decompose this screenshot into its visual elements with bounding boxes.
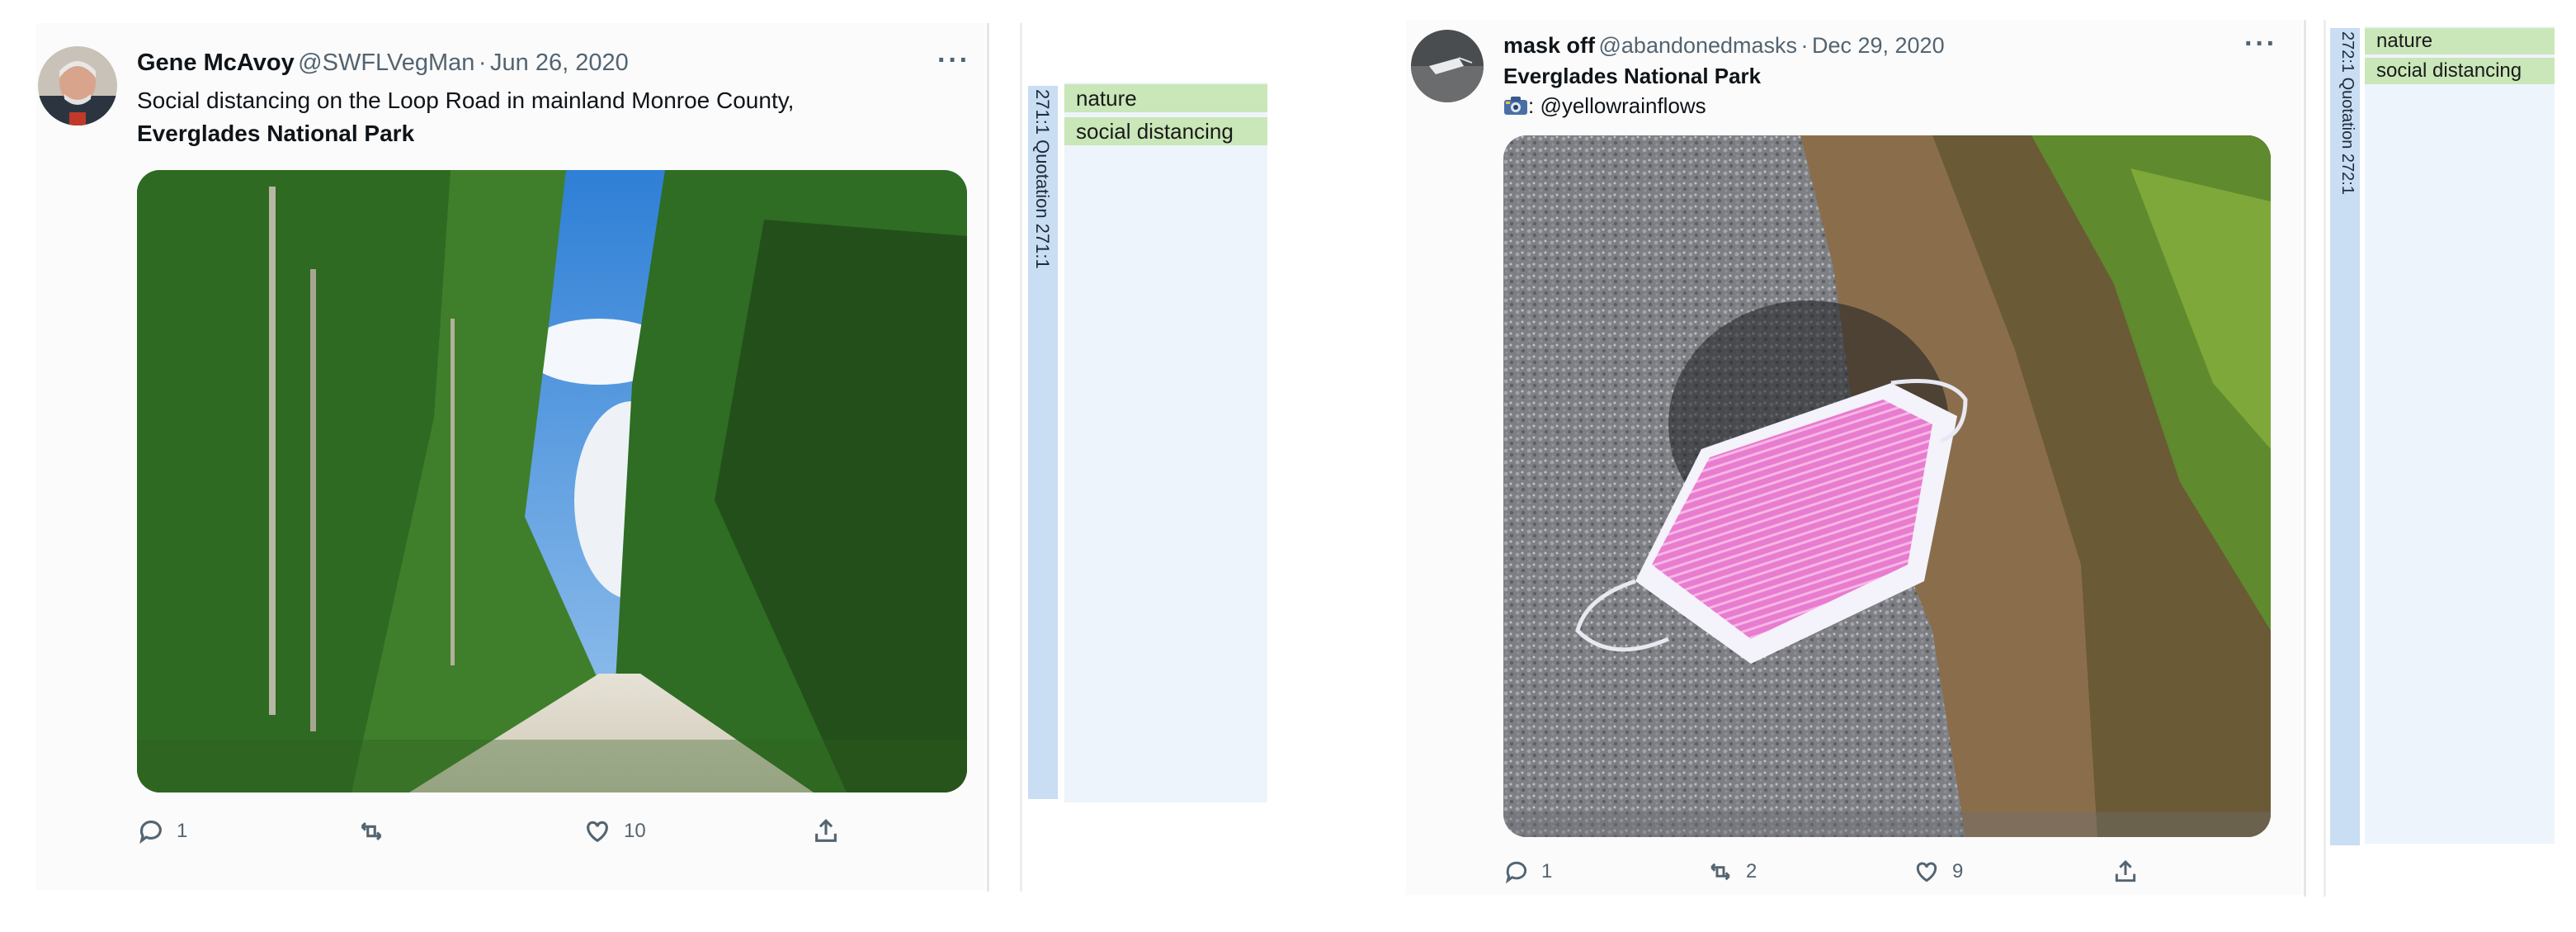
code-tag[interactable]: nature bbox=[2365, 28, 2555, 54]
code-tag[interactable]: social distancing bbox=[2365, 58, 2555, 84]
separator: · bbox=[478, 50, 487, 76]
heart-icon bbox=[1916, 862, 1937, 882]
tweet-text-bold: Everglades National Park bbox=[137, 121, 415, 146]
quotation-label: 272:1 Quotation 272:1 bbox=[2338, 31, 2357, 195]
author-name[interactable]: Gene McAvoy bbox=[137, 50, 295, 76]
share-icon bbox=[815, 819, 837, 842]
divider bbox=[2324, 20, 2326, 897]
more-options-icon[interactable]: ··· bbox=[2244, 28, 2277, 60]
code-panel bbox=[1064, 83, 1267, 802]
reply-button[interactable]: 1 bbox=[137, 817, 356, 845]
tweet-text-bold: Everglades National Park bbox=[1503, 64, 1762, 88]
avatar[interactable] bbox=[38, 46, 117, 125]
author-handle[interactable]: @SWFLVegMan bbox=[298, 50, 474, 76]
retweet-icon bbox=[1710, 863, 1730, 881]
credit-handle[interactable]: : @yellowrainflows bbox=[1528, 91, 1706, 121]
divider bbox=[1020, 23, 1022, 892]
separator: · bbox=[1800, 33, 1809, 58]
tweet-photo[interactable] bbox=[137, 170, 967, 792]
author-name[interactable]: mask off bbox=[1503, 33, 1595, 58]
share-button[interactable] bbox=[2112, 859, 2139, 885]
code-tag[interactable]: social distancing bbox=[1064, 117, 1267, 145]
retweet-button[interactable]: 2 bbox=[1706, 859, 1913, 885]
reply-count: 1 bbox=[1541, 860, 1553, 882]
author-handle[interactable]: @abandonedmasks bbox=[1599, 33, 1798, 58]
tweet-text: Everglades National Park : @yellowrainfl… bbox=[1503, 61, 2246, 121]
reply-icon bbox=[139, 821, 162, 844]
retweet-count: 2 bbox=[1746, 860, 1757, 882]
divider bbox=[987, 23, 989, 892]
tweet-photo[interactable] bbox=[1503, 135, 2271, 837]
heart-icon bbox=[587, 821, 608, 843]
camera-icon bbox=[1504, 97, 1527, 115]
like-count: 10 bbox=[624, 820, 646, 842]
photo-credit: : @yellowrainflows bbox=[1503, 91, 2246, 121]
avatar[interactable] bbox=[1411, 30, 1484, 102]
reply-count: 1 bbox=[177, 820, 188, 842]
share-icon bbox=[2115, 859, 2136, 882]
tweet-actions: 1 2 9 bbox=[1503, 859, 2163, 885]
reply-button[interactable]: 1 bbox=[1503, 859, 1706, 885]
reply-icon bbox=[1505, 861, 1527, 884]
tweet-header: Gene McAvoy @SWFLVegMan · Jun 26, 2020 bbox=[137, 50, 629, 77]
share-button[interactable] bbox=[812, 817, 840, 845]
tweet-actions: 1 10 bbox=[137, 817, 847, 845]
like-button[interactable]: 10 bbox=[583, 817, 812, 845]
code-panel bbox=[2365, 26, 2555, 844]
retweet-icon bbox=[361, 821, 382, 841]
tweet-date[interactable]: Jun 26, 2020 bbox=[490, 50, 629, 76]
tweet-header: mask off @abandonedmasks · Dec 29, 2020 bbox=[1503, 33, 1945, 59]
retweet-button[interactable] bbox=[356, 817, 583, 845]
code-tag[interactable]: nature bbox=[1064, 84, 1267, 112]
divider bbox=[2304, 20, 2306, 897]
like-button[interactable]: 9 bbox=[1913, 859, 2112, 885]
tweet-text: Social distancing on the Loop Road in ma… bbox=[137, 84, 962, 150]
tweet-date[interactable]: Dec 29, 2020 bbox=[1812, 33, 1945, 58]
like-count: 9 bbox=[1952, 860, 1964, 882]
more-options-icon[interactable]: ··· bbox=[937, 45, 970, 77]
quotation-label: 271:1 Quotation 271:1 bbox=[1032, 89, 1053, 269]
tweet-text-line: Social distancing on the Loop Road in ma… bbox=[137, 88, 795, 113]
